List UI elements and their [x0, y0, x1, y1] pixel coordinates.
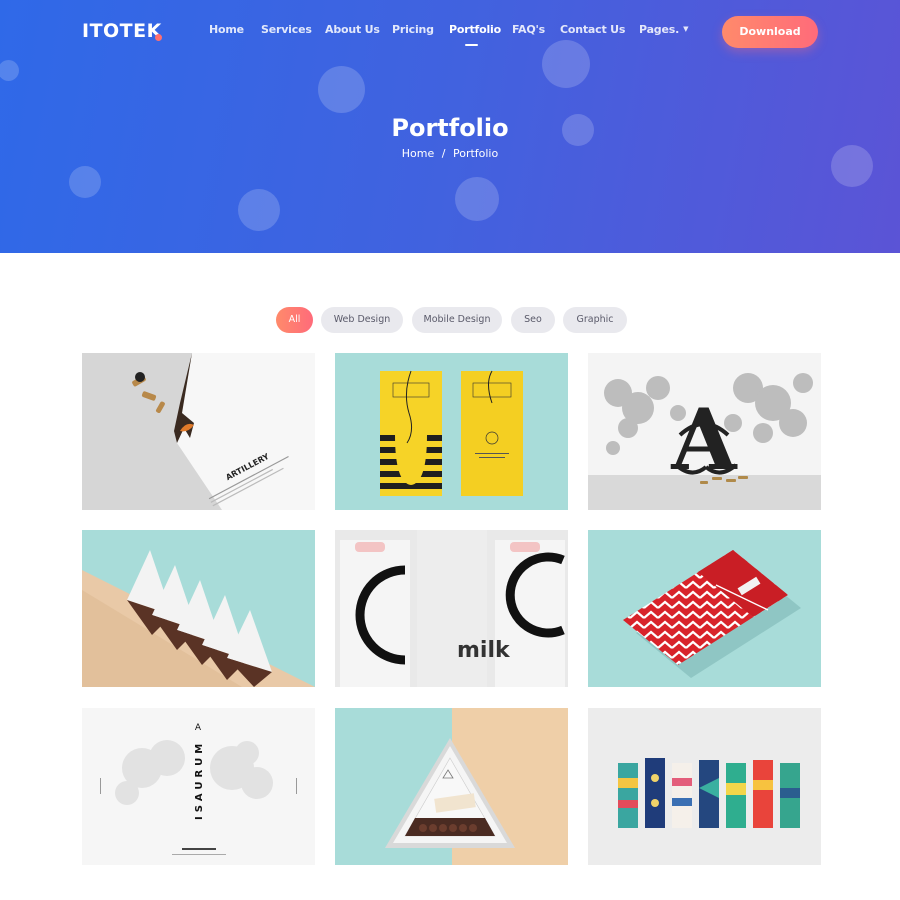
portfolio-item-chocolate-tray[interactable]	[335, 708, 568, 865]
portfolio-item-isaurum-poster[interactable]: ISAURUM A	[82, 708, 315, 865]
breadcrumb-separator: /	[441, 147, 446, 160]
breadcrumb-home-link[interactable]: Home	[402, 147, 434, 160]
portfolio-item-milk-bottles[interactable]: milk	[335, 530, 568, 687]
portfolio-item-patterned-tubes[interactable]	[588, 708, 821, 865]
nav-about-us[interactable]: About Us	[325, 23, 380, 36]
breadcrumb-current: Portfolio	[452, 147, 499, 160]
chevron-down-icon: ▼	[683, 25, 689, 33]
patterned-tubes-image	[588, 708, 821, 865]
brand-logo-dot	[155, 34, 162, 41]
decorative-bubble	[69, 166, 101, 198]
breadcrumb: Home / Portfolio	[0, 147, 900, 160]
nav-pages-label: Pages.	[639, 23, 680, 36]
milk-bottles-image: milk	[335, 530, 568, 687]
page-header-banner: ITOTEK Home Services About Us Pricing Po…	[0, 0, 900, 253]
filter-mobile-design[interactable]: Mobile Design	[412, 307, 502, 333]
decorative-bubble	[542, 40, 590, 88]
filter-web-design[interactable]: Web Design	[321, 307, 403, 333]
isaurum-poster-image: ISAURUM A	[82, 708, 315, 865]
brand-logo[interactable]: ITOTEK	[82, 20, 162, 42]
download-button[interactable]: Download	[722, 16, 818, 48]
monogram-letter: A	[670, 390, 738, 489]
portfolio-item-triangle-boxes[interactable]	[82, 530, 315, 687]
chocolate-tray-image	[335, 708, 568, 865]
filter-graphic[interactable]: Graphic	[563, 307, 627, 333]
decorative-bubble	[455, 177, 499, 221]
nav-faqs[interactable]: FAQ's	[512, 23, 545, 36]
portfolio-item-artillery-monogram[interactable]: A	[588, 353, 821, 510]
nav-pricing[interactable]: Pricing	[392, 23, 434, 36]
active-nav-indicator	[465, 44, 478, 46]
decorative-bubble	[238, 189, 280, 231]
decorative-bubble	[0, 60, 19, 81]
nav-contact-us[interactable]: Contact Us	[560, 23, 625, 36]
poster-monogram: A	[195, 723, 202, 733]
decorative-bubble	[318, 66, 365, 113]
nav-home[interactable]: Home	[209, 23, 244, 36]
artillery-monogram-image: A	[588, 353, 821, 510]
isaurum-wordmark: ISAURUM	[194, 740, 205, 820]
nav-portfolio[interactable]: Portfolio	[449, 23, 501, 36]
filter-seo[interactable]: Seo	[511, 307, 555, 333]
portfolio-item-red-envelope[interactable]	[588, 530, 821, 687]
portfolio-item-artillery-letterhead[interactable]: ARTILLERY	[82, 353, 315, 510]
milk-wordmark: milk	[457, 638, 511, 663]
nav-services[interactable]: Services	[261, 23, 312, 36]
portfolio-item-yellow-packaging[interactable]	[335, 353, 568, 510]
red-envelope-image	[588, 530, 821, 687]
artillery-letterhead-image: ARTILLERY	[82, 353, 315, 510]
yellow-packaging-image	[335, 353, 568, 510]
page-title: Portfolio	[391, 114, 509, 142]
nav-pages-dropdown[interactable]: Pages. ▼	[639, 23, 688, 36]
filter-all[interactable]: All	[276, 307, 313, 333]
triangle-boxes-image	[82, 530, 315, 687]
